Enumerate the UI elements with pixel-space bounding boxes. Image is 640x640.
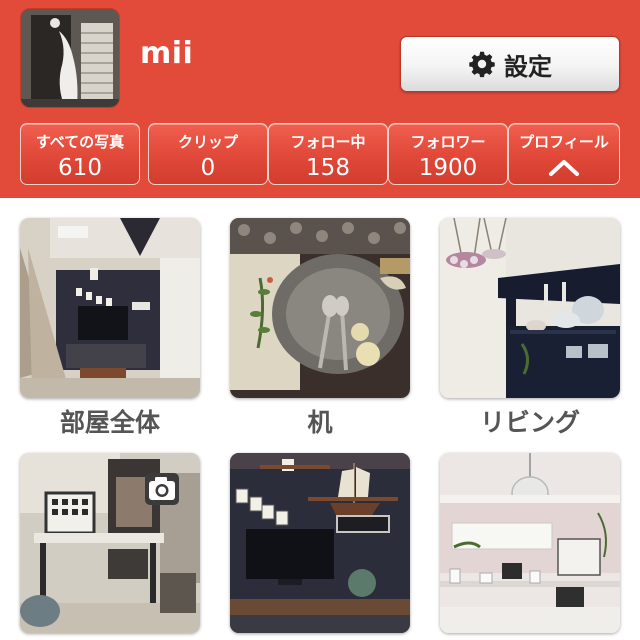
stat-value: 1900 [418, 155, 478, 181]
settings-button[interactable]: 設定 [400, 36, 620, 92]
stat-profile-toggle[interactable]: プロフィール [508, 123, 620, 185]
chevron-up-icon [549, 160, 579, 176]
album-tile-desk[interactable] [230, 218, 410, 398]
album-tile-6[interactable] [440, 453, 620, 633]
stats-bar: すべての写真 610 クリップ 0 フォロー中 158 フォロワー 1900 プ… [20, 123, 620, 185]
stat-value: 0 [200, 155, 216, 181]
album-tile-5[interactable] [230, 453, 410, 633]
stat-label: プロフィール [519, 133, 609, 151]
album-thumbnail [230, 218, 410, 398]
stat-value: 610 [58, 155, 102, 181]
stat-following[interactable]: フォロー中 158 [268, 123, 388, 185]
stat-followers[interactable]: フォロワー 1900 [388, 123, 508, 185]
profile-avatar[interactable] [20, 8, 120, 108]
album-thumbnail [440, 453, 620, 633]
stat-label: フォロー中 [290, 133, 366, 151]
stat-clips[interactable]: クリップ 0 [148, 123, 268, 185]
stat-label: フォロワー [410, 133, 486, 151]
gear-icon [469, 51, 495, 78]
camera-icon[interactable] [144, 472, 180, 506]
stat-value: 158 [306, 155, 350, 181]
stat-all-photos[interactable]: すべての写真 610 [20, 123, 140, 185]
album-thumbnail [230, 453, 410, 633]
album-caption: リビング [479, 408, 580, 437]
album-thumbnail [20, 218, 200, 398]
stat-label: すべての写真 [35, 133, 125, 151]
stat-label: クリップ [177, 133, 238, 151]
album-tile-living[interactable] [440, 218, 620, 398]
album-tile-room[interactable] [20, 218, 200, 398]
profile-header: mii 設定 すべての写真 610 クリップ 0 フォロー中 158 フォロワー… [0, 0, 640, 198]
settings-label: 設定 [504, 52, 552, 81]
profile-username: mii [140, 36, 194, 71]
album-thumbnail [440, 218, 620, 398]
album-caption: 部屋全体 [59, 408, 160, 437]
album-caption: 机 [307, 408, 333, 437]
